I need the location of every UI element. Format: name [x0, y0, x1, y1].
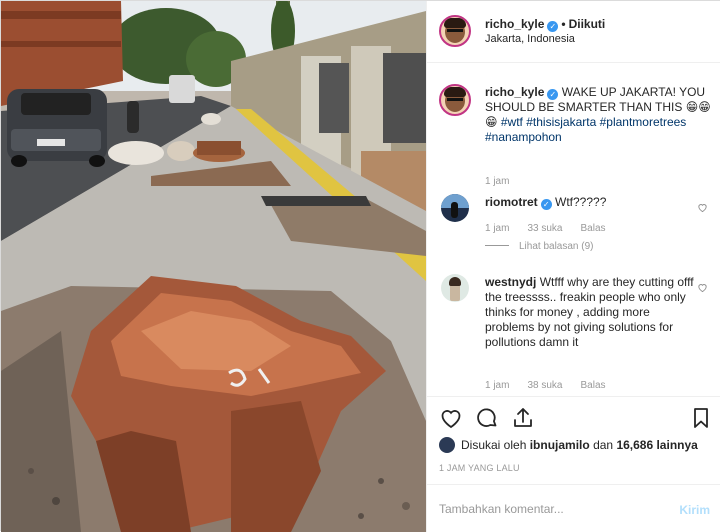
caption-time[interactable]: 1 jam	[485, 176, 509, 187]
separator-dot: •	[561, 17, 566, 31]
reply-button[interactable]: Balas	[580, 380, 605, 391]
verified-badge-icon: ✓	[547, 21, 559, 32]
hashtag-link[interactable]: #wtf	[501, 115, 523, 129]
post-photo[interactable]	[1, 1, 426, 532]
small-heart-icon[interactable]	[697, 202, 708, 213]
add-comment-input[interactable]	[439, 500, 659, 518]
post-timestamp[interactable]: 1 JAM YANG LALU	[439, 463, 520, 473]
post-location[interactable]: Jakarta, Indonesia	[485, 33, 575, 45]
likes-conj: dan	[593, 438, 614, 452]
hashtag-link[interactable]: #nanampohon	[485, 130, 562, 144]
verified-badge-icon: ✓	[540, 199, 552, 210]
comments-list[interactable]: richo_kyle ✓ WAKE UP JAKARTA! YOU SHOULD …	[427, 64, 720, 396]
author-header-line: richo_kyle ✓ • Diikuti	[485, 17, 605, 32]
comment-likes[interactable]: 33 suka	[527, 223, 562, 234]
hashtag-link[interactable]: #thisisjakarta	[526, 115, 596, 129]
comment-username[interactable]: westnydj	[485, 275, 536, 289]
comment-username[interactable]: riomotret	[485, 195, 538, 209]
likes-count-button[interactable]: 16,686 lainnya	[616, 438, 697, 452]
comment-icon[interactable]	[475, 406, 499, 430]
liker-avatar[interactable]	[439, 437, 455, 453]
post-header: richo_kyle ✓ • Diikuti Jakarta, Indonesia	[427, 1, 720, 63]
caption: richo_kyle ✓ WAKE UP JAKARTA! YOU SHOULD …	[485, 85, 715, 145]
comment-time[interactable]: 1 jam	[485, 380, 509, 391]
small-heart-icon[interactable]	[697, 282, 708, 293]
action-bar	[427, 396, 720, 438]
reply-button[interactable]: Balas	[580, 223, 605, 234]
caption-avatar[interactable]	[439, 84, 471, 116]
instagram-post-window: richo_kyle ✓ • Diikuti Jakarta, Indonesia r…	[0, 0, 720, 532]
author-username[interactable]: richo_kyle	[485, 17, 544, 31]
add-comment-bar: Kirim	[427, 484, 720, 532]
comment-meta: 1 jam 33 suka Balas	[485, 223, 624, 234]
heart-icon[interactable]	[439, 406, 463, 430]
view-replies-label: Lihat balasan (9)	[519, 241, 594, 252]
comment-likes[interactable]: 38 suka	[527, 380, 562, 391]
share-icon[interactable]	[511, 406, 535, 430]
commenter-avatar[interactable]	[441, 274, 469, 302]
comment-time[interactable]: 1 jam	[485, 223, 509, 234]
view-replies-button[interactable]: Lihat balasan (9)	[485, 241, 594, 252]
author-avatar[interactable]	[439, 15, 471, 47]
likes-prefix: Disukai oleh	[461, 438, 527, 452]
post-details-panel: richo_kyle ✓ • Diikuti Jakarta, Indonesia r…	[426, 1, 720, 532]
comment: westnydj Wtfff why are they cutting offf…	[485, 275, 700, 350]
likes-summary: Disukai oleh ibnujamilo dan 16,686 lainn…	[439, 437, 719, 453]
tree-stump-sidewalk-photo	[1, 1, 426, 532]
comment-text: Wtf?????	[555, 195, 607, 209]
liker-username[interactable]: ibnujamilo	[530, 438, 590, 452]
follow-status-button[interactable]: Diikuti	[569, 17, 606, 31]
hashtag-link[interactable]: #plantmoretrees	[600, 115, 687, 129]
bookmark-icon[interactable]	[689, 406, 713, 430]
comment-meta: 1 jam 38 suka Balas	[485, 380, 624, 391]
replies-divider	[485, 245, 509, 246]
verified-badge-icon: ✓	[547, 89, 559, 100]
commenter-avatar[interactable]	[441, 194, 469, 222]
comment: riomotret ✓ Wtf?????	[485, 195, 700, 210]
caption-username[interactable]: richo_kyle	[485, 85, 544, 99]
post-comment-button[interactable]: Kirim	[679, 503, 710, 517]
